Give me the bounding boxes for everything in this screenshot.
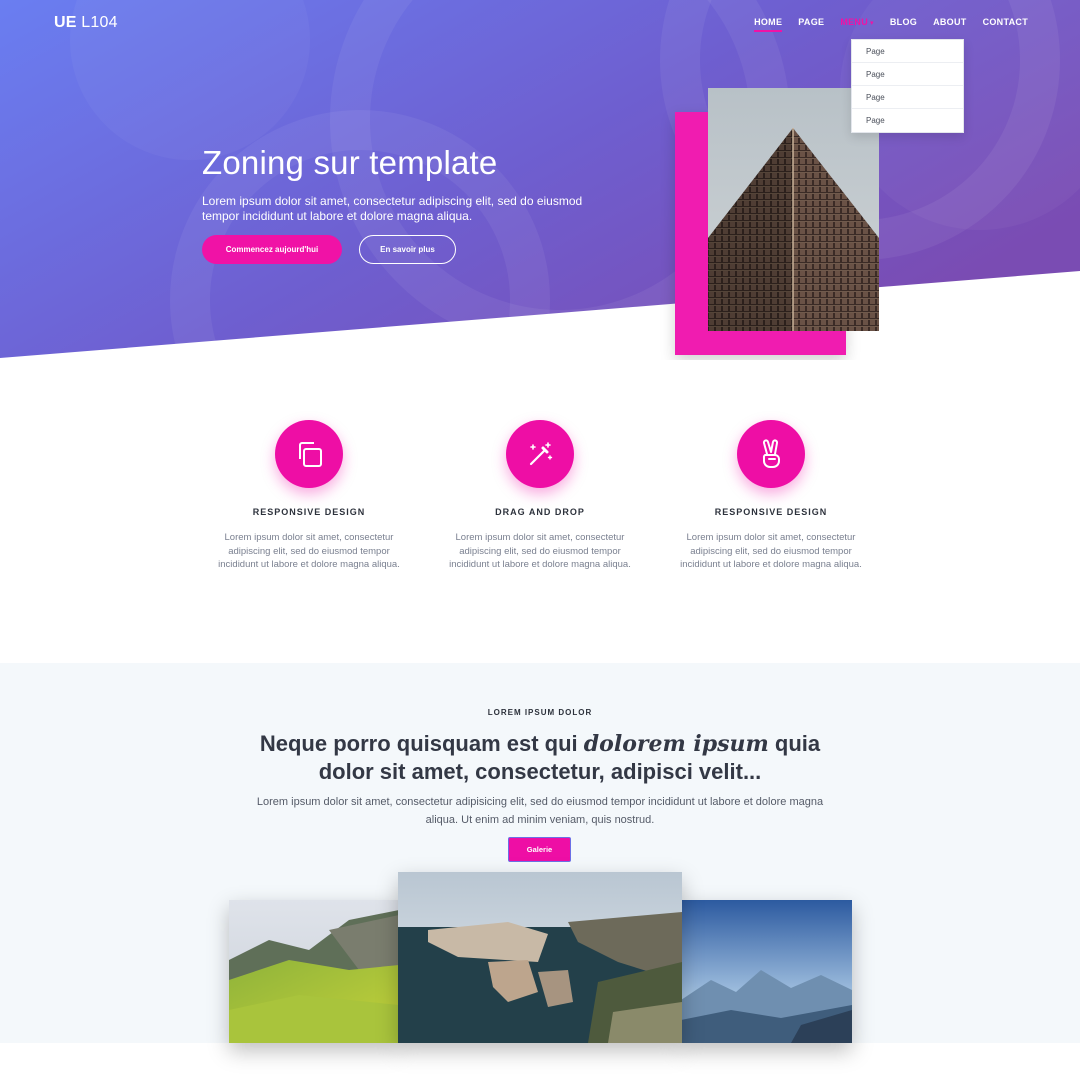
gallery-button[interactable]: Galerie <box>508 837 571 862</box>
main-nav: HOME PAGE MENU ▾ BLOG ABOUT CONTACT <box>738 17 1028 32</box>
nav-home[interactable]: HOME <box>754 17 783 32</box>
feature-text: Lorem ipsum dolor sit amet, consectetur … <box>218 532 400 570</box>
dropdown-item[interactable]: Page <box>852 86 963 109</box>
mountain-meadow-image <box>229 900 399 1043</box>
feature-title: DRAG AND DROP <box>495 507 585 517</box>
nav-about[interactable]: ABOUT <box>933 17 967 31</box>
nav-page[interactable]: PAGE <box>798 17 824 31</box>
features-section: RESPONSIVE DESIGN Lorem ipsum dolor sit … <box>0 400 1080 600</box>
get-started-button[interactable]: Commencez aujourd'hui <box>202 235 342 264</box>
logo-light: L104 <box>76 14 118 31</box>
hero-title: Zoning sur template <box>202 144 498 181</box>
copy-icon <box>275 420 343 488</box>
section-headline: Neque porro quisquam est qui dolorem ips… <box>240 730 840 785</box>
mountain-valley-image <box>681 900 852 1043</box>
logo[interactable]: UE L104 <box>54 14 118 32</box>
magic-wand-icon <box>506 420 574 488</box>
feature-title: RESPONSIVE DESIGN <box>714 507 828 517</box>
peace-hand-icon <box>737 420 805 488</box>
coastal-cliffs-image <box>398 872 682 1043</box>
dropdown-item[interactable]: Page <box>852 63 963 86</box>
learn-more-button[interactable]: En savoir plus <box>359 235 456 264</box>
feature-card: RESPONSIVE DESIGN Lorem ipsum dolor sit … <box>671 420 871 572</box>
nav-blog[interactable]: BLOG <box>890 17 917 31</box>
hero-subtitle: Lorem ipsum dolor sit amet, consectetur … <box>202 194 583 223</box>
feature-text: Lorem ipsum dolor sit amet, consectetur … <box>449 532 631 570</box>
nav-menu[interactable]: MENU ▾ <box>840 17 874 31</box>
nav-menu-label: MENU <box>840 17 869 27</box>
dropdown-item[interactable]: Page <box>852 40 963 63</box>
section-eyebrow: LOREM IPSUM DOLOR <box>487 708 593 717</box>
headline-emphasis: dolorem ipsum <box>583 731 769 757</box>
nav-contact[interactable]: CONTACT <box>983 17 1028 31</box>
headline-part-1: Neque porro quisquam est qui <box>259 731 584 756</box>
section-body: Lorem ipsum dolor sit amet, consectetur … <box>256 796 824 826</box>
feature-card: DRAG AND DROP Lorem ipsum dolor sit amet… <box>440 420 640 572</box>
chevron-down-icon: ▾ <box>870 20 874 27</box>
dropdown-item[interactable]: Page <box>852 109 963 132</box>
logo-bold: UE <box>54 14 77 31</box>
gallery-section: LOREM IPSUM DOLOR Neque porro quisquam e… <box>0 663 1080 1043</box>
feature-card: RESPONSIVE DESIGN Lorem ipsum dolor sit … <box>209 420 409 572</box>
feature-title: RESPONSIVE DESIGN <box>252 507 366 517</box>
feature-text: Lorem ipsum dolor sit amet, consectetur … <box>680 532 862 570</box>
menu-dropdown: Page Page Page Page <box>851 39 964 133</box>
